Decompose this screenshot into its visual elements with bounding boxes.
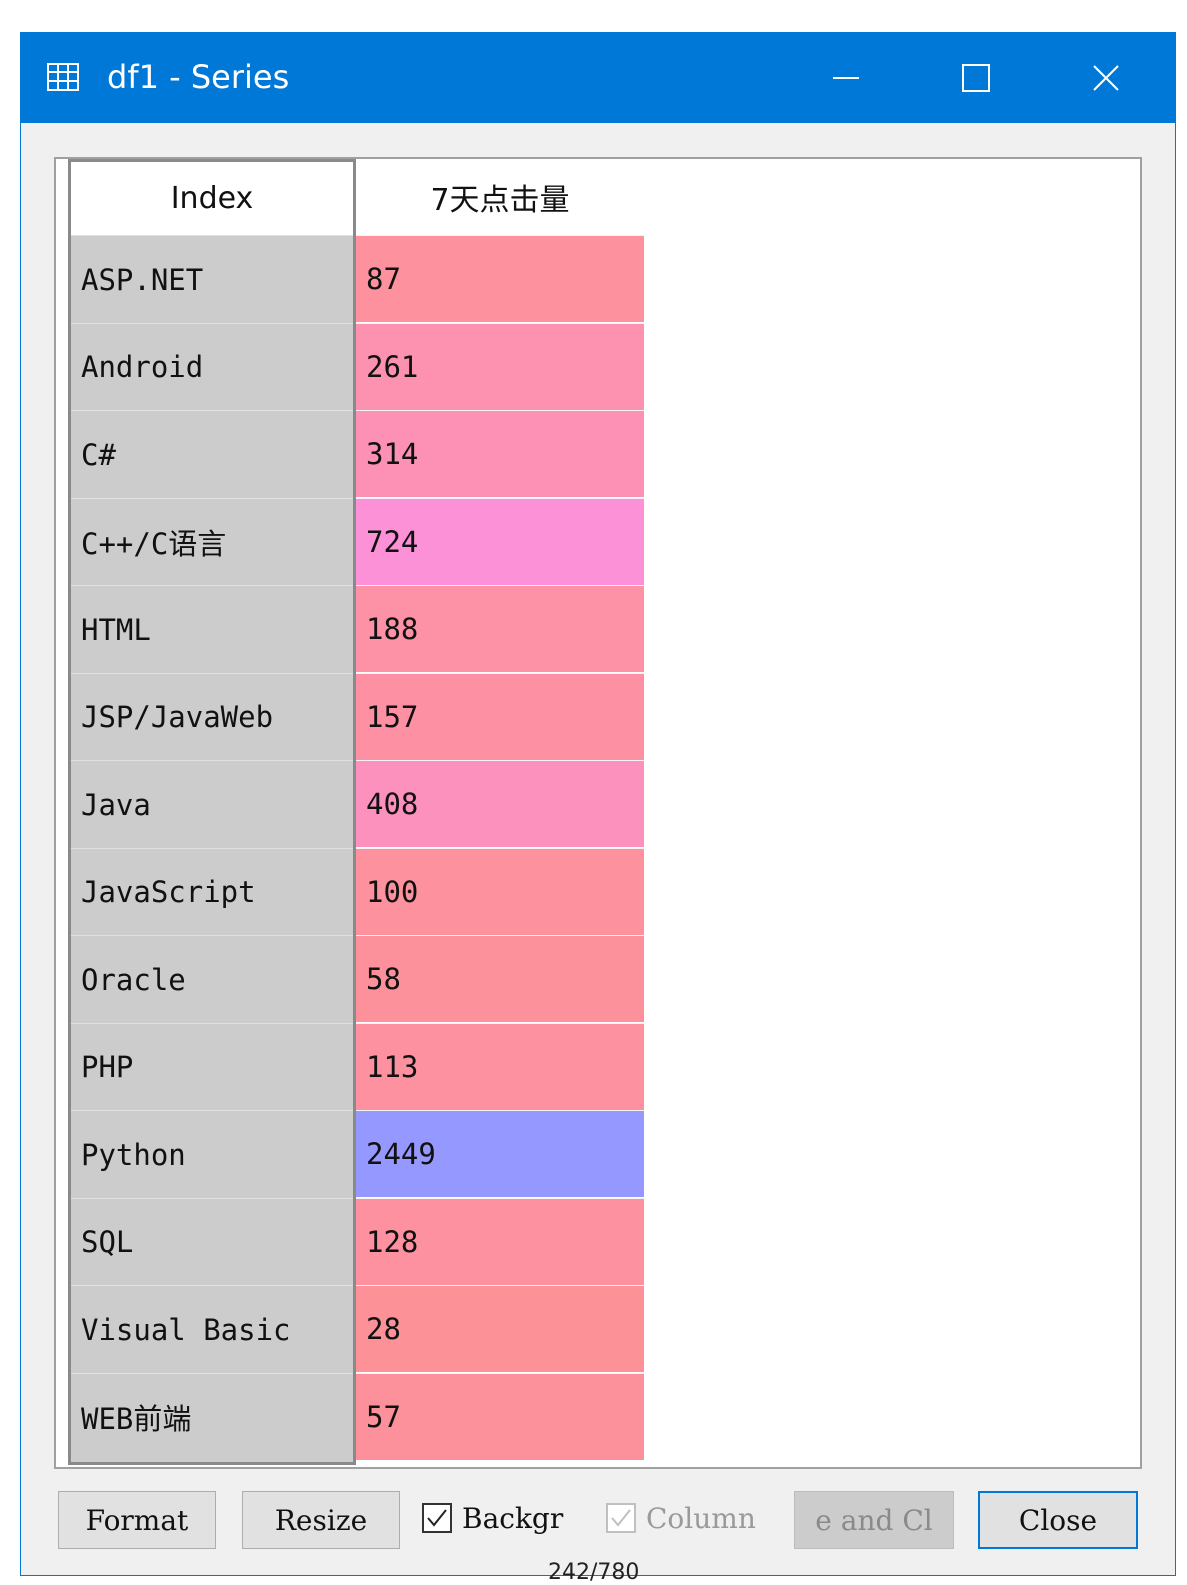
value-cell[interactable]: 408: [356, 760, 644, 847]
minimize-icon: [833, 77, 859, 79]
index-cell[interactable]: WEB前端: [71, 1372, 353, 1461]
checkmark-icon: [611, 1509, 631, 1527]
index-cell[interactable]: ASP.NET: [71, 235, 353, 323]
checkbox-label: Backgr: [462, 1501, 564, 1535]
background-color-checkbox[interactable]: Backgr: [422, 1493, 588, 1543]
maximize-icon: [962, 64, 990, 92]
checkbox-box[interactable]: [422, 1503, 452, 1533]
checkmark-icon: [427, 1509, 447, 1527]
dataframe-editor-window: df1 - Series Index 7天点击量 ASP.NET 87 Androi…: [20, 32, 1176, 1576]
value-cell[interactable]: 2449: [356, 1110, 644, 1197]
value-cell[interactable]: 57: [356, 1372, 644, 1460]
column-min-max-checkbox: Column: [606, 1493, 766, 1543]
index-cell[interactable]: Python: [71, 1110, 353, 1198]
title-bar[interactable]: df1 - Series: [21, 33, 1175, 123]
index-cell[interactable]: PHP: [71, 1022, 353, 1111]
minimize-button[interactable]: [791, 33, 901, 123]
index-cell[interactable]: HTML: [71, 585, 353, 673]
resize-button[interactable]: Resize: [242, 1491, 400, 1549]
table-icon: [47, 63, 79, 91]
value-cell[interactable]: 188: [356, 585, 644, 672]
value-cell[interactable]: 157: [356, 672, 644, 760]
index-cell[interactable]: SQL: [71, 1197, 353, 1286]
close-icon: [1093, 65, 1119, 91]
value-cell[interactable]: 113: [356, 1022, 644, 1110]
index-cell[interactable]: Android: [71, 322, 353, 411]
value-cell[interactable]: 261: [356, 322, 644, 410]
value-cell[interactable]: 58: [356, 935, 644, 1022]
value-cell[interactable]: 28: [356, 1285, 644, 1372]
index-header[interactable]: Index: [68, 159, 356, 235]
index-cell[interactable]: JavaScript: [71, 847, 353, 936]
format-button[interactable]: Format: [58, 1491, 216, 1549]
index-cell[interactable]: C#: [71, 410, 353, 498]
value-cell[interactable]: 87: [356, 235, 644, 322]
value-column-header[interactable]: 7天点击量: [356, 159, 644, 235]
data-grid[interactable]: Index 7天点击量 ASP.NET 87 Android 261 C# 314 C++/…: [54, 157, 1142, 1469]
close-button[interactable]: Close: [978, 1491, 1138, 1549]
value-cell[interactable]: 100: [356, 847, 644, 935]
maximize-button[interactable]: [921, 33, 1031, 123]
page-number: 242/780: [548, 1560, 640, 1585]
checkbox-box: [606, 1503, 636, 1533]
checkbox-label: Column: [646, 1501, 756, 1535]
index-cell[interactable]: Java: [71, 760, 353, 848]
window-title: df1 - Series: [107, 58, 290, 96]
value-cell[interactable]: 724: [356, 497, 644, 585]
index-cell[interactable]: C++/C语言: [71, 497, 353, 586]
value-cell[interactable]: 314: [356, 410, 644, 497]
value-cell[interactable]: 128: [356, 1197, 644, 1285]
close-window-button[interactable]: [1051, 33, 1161, 123]
index-cell[interactable]: JSP/JavaWeb: [71, 672, 353, 761]
index-cell[interactable]: Visual Basic: [71, 1285, 353, 1373]
index-cell[interactable]: Oracle: [71, 935, 353, 1023]
save-and-close-button: e and Cl: [794, 1491, 954, 1549]
